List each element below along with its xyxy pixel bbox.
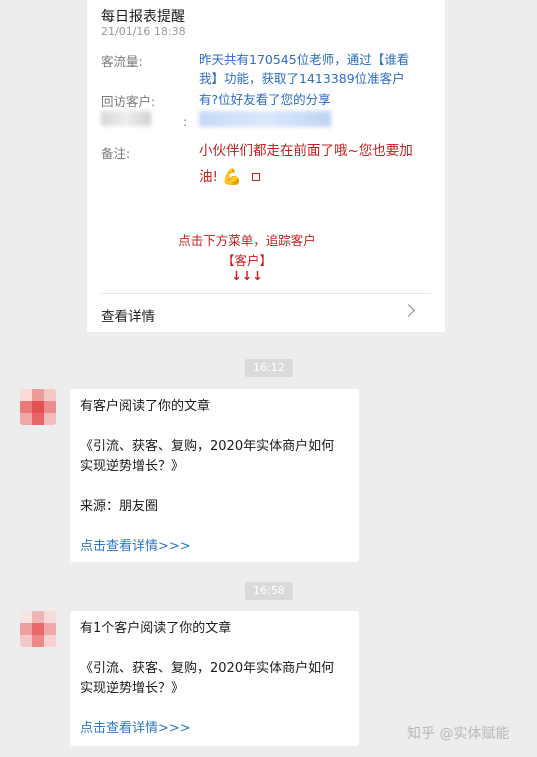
promo-line1: 点击下方菜单，追踪客户 [178, 233, 316, 248]
traffic-value-line1: 昨天共有170545位老师，通过【谁看 [199, 52, 410, 67]
view-details-link[interactable]: 点击查看详情>>> [80, 719, 355, 739]
avatar-pixel [44, 389, 56, 401]
avatar[interactable] [20, 389, 56, 425]
remark-value: 小伙伴们都走在前面了哦~您也要加 油! 💪 [199, 138, 439, 190]
revisit-label: 回访客户: [101, 94, 156, 109]
down-arrows: ↓↓↓ [231, 268, 263, 283]
traffic-value: 昨天共有170545位老师，通过【谁看 我】功能，获取了1413389位准客户 [199, 50, 439, 88]
avatar-pixel [20, 635, 32, 647]
card-timestamp: 21/01/16 18:38 [101, 25, 186, 38]
avatar-pixel [20, 413, 32, 425]
avatar-pixel [20, 389, 32, 401]
traffic-label: 客流量: [101, 54, 143, 69]
article-title-line2: 实现逆势增长？》 [80, 681, 185, 696]
avatar-pixel [32, 635, 44, 647]
message-bubble[interactable]: 有1个客户阅读了你的文章 《引流、获客、复购，2020年实体商户如何 实现逆势增… [70, 611, 359, 746]
view-details-link[interactable]: 点击查看详情>>> [80, 537, 355, 557]
article-title-line1: 《引流、获客、复购，2020年实体商户如何 [80, 661, 335, 676]
chevron-right-icon [402, 304, 415, 317]
zhihu-watermark: 知乎 @实体赋能 [407, 726, 510, 742]
avatar-pixel [44, 611, 56, 623]
timestamp-pill: 16:58 [245, 582, 293, 600]
remark-line2-text: 油! [199, 169, 218, 185]
avatar-pixel [44, 413, 56, 425]
avatar-pixel [44, 635, 56, 647]
avatar[interactable] [20, 611, 56, 647]
message-title: 有客户阅读了你的文章 [80, 399, 211, 414]
avatar-pixel [20, 401, 32, 413]
avatar-pixel [32, 413, 44, 425]
blurred-colon: : [183, 114, 188, 129]
daily-report-card: 每日报表提醒 21/01/16 18:38 客流量: 昨天共有170545位老师… [87, 0, 445, 332]
remark-line2: 油! 💪 [199, 164, 439, 190]
avatar-pixel [32, 623, 44, 635]
revisit-value: 有?位好友看了您的分享 [199, 92, 331, 107]
promo-line2: 【客户】 [221, 253, 272, 268]
avatar-pixel [32, 389, 44, 401]
message-source: 来源：朋友圈 [80, 499, 159, 514]
article-title-line2: 实现逆势增长？》 [80, 459, 185, 474]
blurred-label [101, 111, 151, 126]
traffic-value-line2: 我】功能，获取了1413389位准客户 [199, 71, 405, 86]
avatar-pixel [20, 623, 32, 635]
card-title: 每日报表提醒 [101, 9, 185, 25]
view-details-label: 查看详情 [101, 309, 155, 325]
message-bubble[interactable]: 有客户阅读了你的文章 《引流、获客、复购，2020年实体商户如何 实现逆势增长？… [70, 389, 359, 562]
placeholder-box-icon [252, 173, 261, 181]
avatar-pixel [44, 623, 56, 635]
timestamp-pill: 16:12 [245, 359, 293, 377]
article-title-line1: 《引流、获客、复购，2020年实体商户如何 [80, 439, 335, 454]
remark-label: 备注: [101, 146, 131, 161]
message-title: 有1个客户阅读了你的文章 [80, 621, 232, 636]
avatar-pixel [44, 401, 56, 413]
flexed-biceps-icon: 💪 [222, 167, 243, 186]
blurred-value [199, 111, 331, 127]
remark-line1: 小伙伴们都走在前面了哦~您也要加 [199, 143, 413, 159]
avatar-pixel [32, 401, 44, 413]
view-details-button[interactable]: 查看详情 [87, 294, 445, 332]
avatar-pixel [20, 611, 32, 623]
avatar-pixel [32, 611, 44, 623]
